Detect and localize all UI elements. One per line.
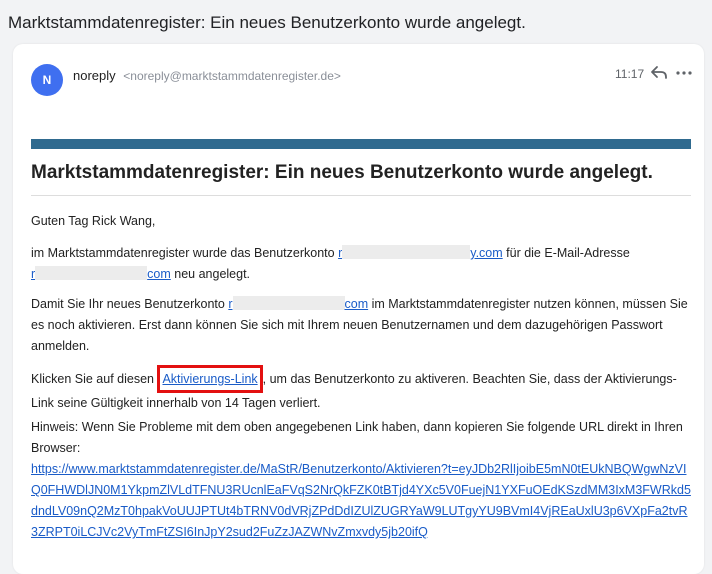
activation-link[interactable]: Aktivierungs-Link	[162, 372, 257, 386]
heading-divider	[31, 195, 691, 196]
paragraph-activate-info: Damit Sie Ihr neues Benutzerkonto r com i…	[31, 296, 688, 353]
email-heading: Marktstammdatenregister: Ein neues Benut…	[31, 162, 653, 183]
sender-name: noreply	[73, 68, 116, 83]
email-subject: Marktstammdatenregister: Ein neues Benut…	[8, 13, 526, 32]
redacted-text	[342, 245, 471, 259]
sender-avatar: N	[31, 64, 63, 96]
sender-email: <noreply@marktstammdatenregister.de>	[123, 69, 341, 83]
more-options-button[interactable]	[675, 63, 693, 83]
redacted-text	[232, 296, 345, 310]
greeting: Guten Tag Rick Wang,	[31, 214, 156, 228]
activation-url-link[interactable]: https://www.marktstammdatenregister.de/M…	[31, 462, 691, 539]
paragraph-hint: Hinweis: Wenn Sie Probleme mit dem oben …	[31, 420, 691, 539]
reply-button[interactable]	[649, 63, 669, 83]
account-email-link[interactable]: r y.com	[338, 245, 503, 260]
paragraph-activation-link: Klicken Sie auf diesen Aktivierungs-Link…	[31, 365, 691, 414]
email-address-link[interactable]: r com	[31, 266, 171, 281]
more-horizontal-icon	[676, 71, 692, 75]
redacted-text	[35, 266, 148, 280]
activation-link-highlight: Aktivierungs-Link	[157, 365, 263, 393]
header-accent-bar	[31, 139, 691, 149]
email-time: 11:17	[615, 67, 645, 81]
email-card: N noreply <noreply@marktstammdatenregist…	[13, 44, 704, 574]
paragraph-account-created: im Marktstammdatenregister wurde das Ben…	[31, 245, 630, 281]
account-username-link[interactable]: r com	[228, 296, 368, 311]
sender-info: noreply <noreply@marktstammdatenregister…	[73, 68, 341, 83]
reply-icon	[651, 66, 667, 79]
